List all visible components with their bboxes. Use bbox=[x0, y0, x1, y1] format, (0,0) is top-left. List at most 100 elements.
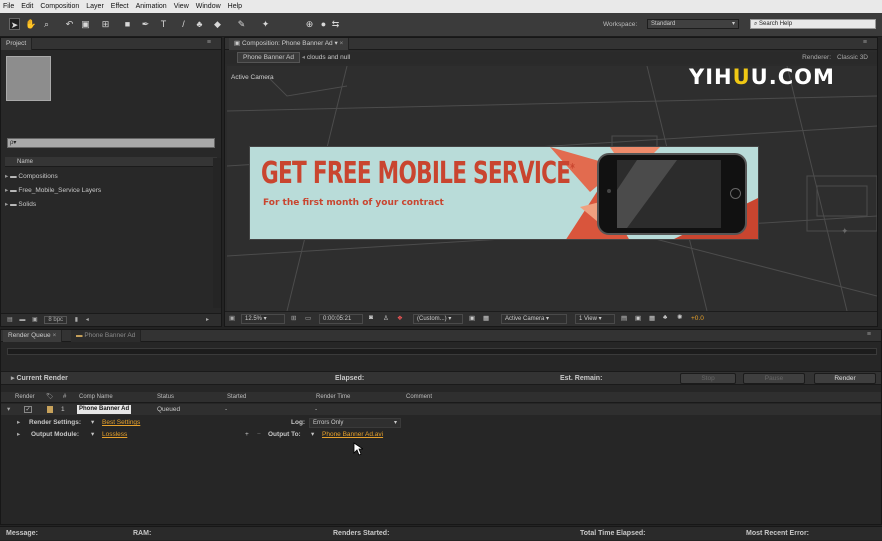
tab-render-queue[interactable]: Render Queue × bbox=[3, 330, 63, 342]
mask-visibility-icon[interactable]: ▭ bbox=[305, 314, 311, 322]
bit-depth-button[interactable]: 8 bpc bbox=[44, 316, 68, 324]
panel-menu-icon[interactable]: ≡ bbox=[867, 331, 871, 338]
render-time-column-label[interactable]: Render Time bbox=[316, 392, 350, 402]
toggle-pixel-icon[interactable]: ▤ bbox=[621, 314, 627, 322]
channel-icon[interactable]: ❖ bbox=[397, 314, 403, 322]
flowchart-icon[interactable]: ♣ bbox=[663, 314, 667, 321]
label-column-icon[interactable]: 🏷 bbox=[46, 392, 54, 402]
clone-stamp-tool-icon[interactable]: ♣ bbox=[194, 18, 205, 30]
panel-menu-icon[interactable]: ≡ bbox=[863, 39, 867, 46]
panel-menu-icon[interactable]: ≡ bbox=[207, 39, 211, 46]
log-dropdown[interactable]: Errors Only ▾ bbox=[309, 418, 401, 428]
renderer-value[interactable]: Classic 3D bbox=[834, 52, 871, 64]
scroll-left-icon[interactable]: ◂ bbox=[86, 317, 89, 323]
world-axis-icon[interactable]: ● bbox=[318, 18, 329, 30]
menu-view[interactable]: View bbox=[174, 3, 189, 10]
lock-icon[interactable]: ▣ bbox=[234, 40, 242, 47]
timecode-field[interactable]: 0:00:05:21 bbox=[319, 314, 363, 324]
menu-effect[interactable]: Effect bbox=[111, 3, 129, 10]
camera-view-dropdown[interactable]: Active Camera ▾ bbox=[501, 314, 567, 324]
tab-project[interactable]: Project bbox=[1, 38, 33, 50]
trash-icon[interactable]: ▮ bbox=[75, 317, 78, 323]
banner-ad[interactable]: GET FREE MOBILE SERVICE* For the first m… bbox=[249, 146, 759, 240]
render-settings-value[interactable]: Best Settings bbox=[102, 417, 140, 429]
item-comp-name[interactable]: Phone Banner Ad bbox=[77, 405, 132, 414]
label-color-swatch[interactable] bbox=[47, 406, 53, 413]
region-of-interest-icon[interactable]: ▣ bbox=[469, 314, 475, 322]
status-column-label[interactable]: Status bbox=[157, 392, 174, 402]
pan-behind-tool-icon[interactable]: ⊞ bbox=[100, 18, 111, 30]
expand-arrow-icon[interactable]: ▸ bbox=[17, 429, 20, 441]
number-column-label[interactable]: # bbox=[63, 392, 66, 402]
expand-arrow-icon[interactable]: ▸ bbox=[17, 417, 20, 429]
fast-previews-icon[interactable]: ▣ bbox=[635, 314, 641, 322]
remove-output-module-icon[interactable]: − bbox=[257, 429, 261, 441]
eraser-tool-icon[interactable]: ◆ bbox=[212, 18, 223, 30]
table-row[interactable]: ▾ ✓ 1 Phone Banner Ad Queued - - bbox=[1, 404, 881, 415]
axis-mode-icon[interactable]: ⊕ bbox=[304, 18, 315, 30]
stop-button[interactable]: Stop bbox=[680, 373, 736, 384]
transparency-grid-icon[interactable]: ▦ bbox=[483, 314, 489, 322]
breadcrumb-item[interactable]: Phone Banner Ad bbox=[237, 52, 300, 63]
shape-tool-icon[interactable]: ■ bbox=[122, 18, 133, 30]
pen-tool-icon[interactable]: ✒ bbox=[140, 18, 151, 30]
show-snapshot-icon[interactable]: ♙ bbox=[383, 314, 389, 322]
menu-window[interactable]: Window bbox=[196, 3, 221, 10]
output-module-value[interactable]: Lossless bbox=[102, 429, 127, 441]
exposure-value[interactable]: +0.0 bbox=[691, 315, 704, 322]
project-search-input[interactable]: ρ▾ bbox=[7, 138, 215, 148]
safe-margins-icon[interactable]: ⊞ bbox=[291, 314, 296, 322]
search-help-input[interactable]: ⌕ Search Help bbox=[750, 19, 876, 29]
list-item[interactable]: ▸ ▬ Solids bbox=[5, 198, 215, 212]
always-preview-icon[interactable]: ▣ bbox=[229, 314, 235, 322]
menu-file[interactable]: File bbox=[3, 3, 14, 10]
new-folder-icon[interactable]: ▬ bbox=[19, 317, 25, 323]
project-column-header[interactable]: Name bbox=[5, 157, 217, 167]
output-to-value[interactable]: Phone Banner Ad.avi bbox=[322, 429, 383, 441]
pause-button[interactable]: Pause bbox=[743, 373, 805, 384]
exposure-icon[interactable]: ✺ bbox=[677, 313, 682, 321]
render-column-label[interactable]: Render bbox=[15, 392, 35, 402]
project-scrollbar[interactable] bbox=[213, 158, 221, 308]
list-item[interactable]: ▸ ▬ Free_Mobile_Service Layers bbox=[5, 184, 215, 198]
puppet-tool-icon[interactable]: ✦ bbox=[260, 18, 271, 30]
interpret-footage-icon[interactable]: ▤ bbox=[7, 317, 13, 323]
output-to-dropdown-icon[interactable]: ▾ bbox=[311, 429, 314, 441]
add-output-module-icon[interactable]: + bbox=[245, 429, 249, 441]
comp-name-column-label[interactable]: Comp Name bbox=[79, 392, 113, 402]
menu-animation[interactable]: Animation bbox=[136, 3, 167, 10]
timeline-icon[interactable]: ▦ bbox=[649, 314, 655, 322]
zoom-dropdown[interactable]: 12.5% ▾ bbox=[241, 314, 285, 324]
comment-column-label[interactable]: Comment bbox=[406, 392, 432, 402]
selection-tool-icon[interactable]: ➤ bbox=[9, 18, 20, 30]
text-tool-icon[interactable]: T bbox=[158, 18, 169, 30]
render-checkbox[interactable]: ✓ bbox=[24, 406, 32, 413]
render-settings-dropdown-icon[interactable]: ▾ bbox=[91, 417, 94, 429]
render-button[interactable]: Render bbox=[814, 373, 876, 384]
started-column-label[interactable]: Started bbox=[227, 392, 246, 402]
tab-phone-banner-ad[interactable]: ▬ Phone Banner Ad bbox=[71, 330, 142, 342]
view-axis-icon[interactable]: ⇆ bbox=[330, 18, 341, 30]
menu-edit[interactable]: Edit bbox=[21, 3, 33, 10]
views-dropdown[interactable]: 1 View ▾ bbox=[575, 314, 615, 324]
menu-help[interactable]: Help bbox=[228, 3, 242, 10]
hand-tool-icon[interactable]: ✋ bbox=[25, 18, 36, 30]
workspace-dropdown[interactable]: Standard ▾ bbox=[647, 19, 739, 29]
roto-brush-tool-icon[interactable]: ✎ bbox=[236, 18, 247, 30]
brush-tool-icon[interactable]: / bbox=[178, 18, 189, 30]
breadcrumb-item[interactable]: clouds and null bbox=[307, 54, 350, 61]
menu-layer[interactable]: Layer bbox=[86, 3, 104, 10]
rotate-tool-icon[interactable]: ↶ bbox=[64, 18, 75, 30]
zoom-tool-icon[interactable]: ⌕ bbox=[41, 18, 52, 30]
resolution-dropdown[interactable]: (Custom...) ▾ bbox=[413, 314, 463, 324]
snapshot-icon[interactable]: ◙ bbox=[369, 314, 373, 321]
output-module-dropdown-icon[interactable]: ▾ bbox=[91, 429, 94, 441]
tab-composition[interactable]: ▣ Composition: Phone Banner Ad ▾ × bbox=[229, 38, 350, 50]
list-item[interactable]: ▸ ▬ Compositions bbox=[5, 170, 215, 184]
menu-composition[interactable]: Composition bbox=[40, 3, 79, 10]
expand-arrow-icon[interactable]: ▾ bbox=[7, 404, 10, 415]
scroll-right-icon[interactable]: ▸ bbox=[206, 314, 209, 327]
new-comp-icon[interactable]: ▣ bbox=[32, 317, 38, 323]
composition-viewer[interactable]: ✦ Active Camera GET FREE MOBILE SERVICE*… bbox=[227, 66, 877, 311]
camera-tool-icon[interactable]: ▣ bbox=[80, 18, 91, 30]
